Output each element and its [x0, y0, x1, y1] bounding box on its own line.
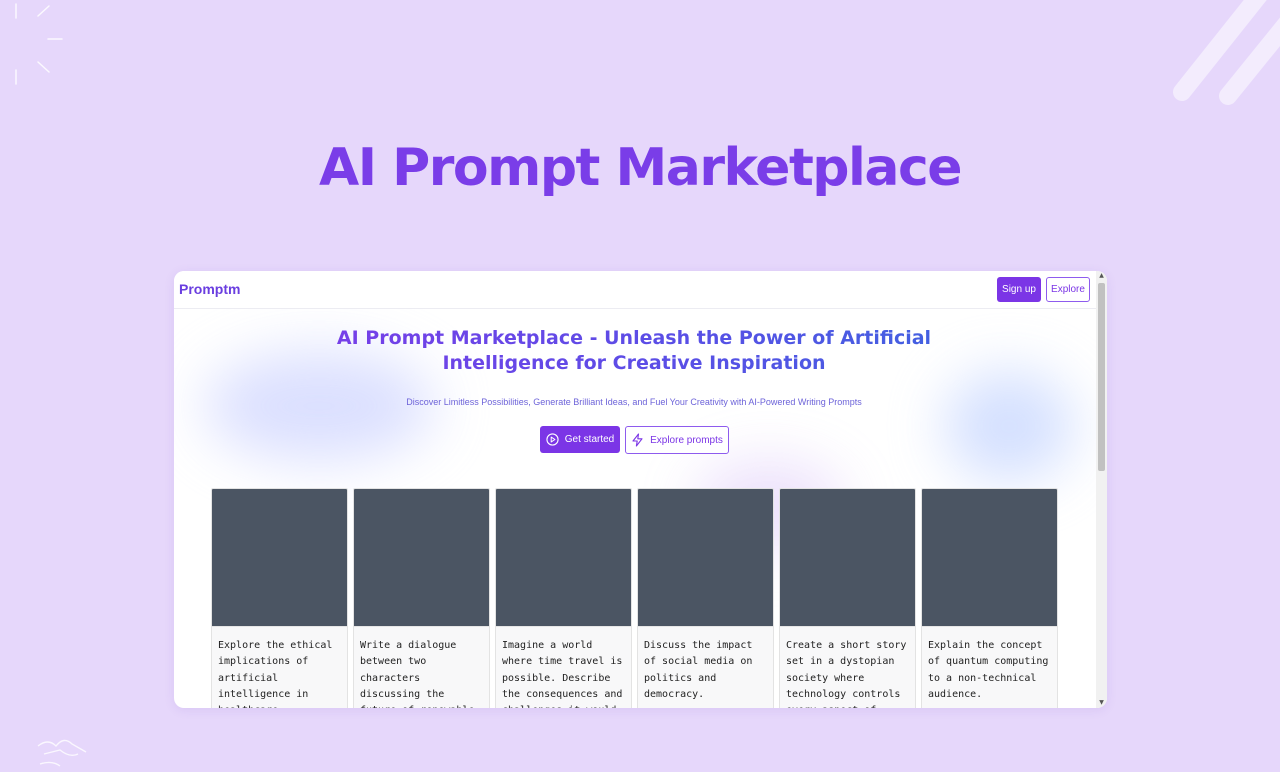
- prompt-card[interactable]: Explain the concept of quantum computing…: [921, 488, 1058, 708]
- scroll-down-arrow-icon[interactable]: ▼: [1096, 698, 1107, 708]
- hero-section: AI Prompt Marketplace - Unleash the Powe…: [174, 309, 1096, 708]
- prompt-card-text: Explain the concept of quantum computing…: [922, 626, 1057, 708]
- prompt-card-image: [496, 489, 631, 626]
- scribble-star-decoration: [37, 739, 87, 767]
- brand-logo[interactable]: Promptm: [179, 281, 240, 297]
- sparkle-lines-decoration: [15, 3, 63, 85]
- vertical-scrollbar[interactable]: ▲ ▼: [1096, 271, 1107, 708]
- prompt-card-image: [354, 489, 489, 626]
- prompt-card-image: [780, 489, 915, 626]
- sign-up-button[interactable]: Sign up: [997, 277, 1041, 302]
- prompt-card-text: Imagine a world where time travel is pos…: [496, 626, 631, 708]
- explore-button[interactable]: Explore: [1046, 277, 1090, 302]
- lightning-bolt-icon: [632, 433, 643, 447]
- hero-subheading: Discover Limitless Possibilities, Genera…: [406, 397, 862, 407]
- get-started-button[interactable]: Get started: [540, 426, 620, 453]
- prompt-card-image: [212, 489, 347, 626]
- site-navbar: Promptm Sign up Explore: [174, 271, 1096, 309]
- page-title: AI Prompt Marketplace: [318, 138, 963, 198]
- explore-prompts-button[interactable]: Explore prompts: [625, 426, 729, 454]
- prompt-card[interactable]: Write a dialogue between two characters …: [353, 488, 490, 708]
- prompt-card[interactable]: Create a short story set in a dystopian …: [779, 488, 916, 708]
- get-started-label: Get started: [564, 434, 615, 445]
- prompt-card[interactable]: Discuss the impact of social media on po…: [637, 488, 774, 708]
- prompt-card-image: [638, 489, 773, 626]
- prompt-card-text: Write a dialogue between two characters …: [354, 626, 489, 708]
- prompt-card-image: [922, 489, 1057, 626]
- prompt-card[interactable]: Imagine a world where time travel is pos…: [495, 488, 632, 708]
- diagonal-stripes-decoration: [1173, 0, 1280, 105]
- website-preview-window: Promptm Sign up Explore AI Prompt Market…: [174, 271, 1107, 708]
- hero-heading: AI Prompt Marketplace - Unleash the Powe…: [284, 326, 984, 376]
- prompt-card-grid: Explore the ethical implications of arti…: [211, 488, 1059, 708]
- scroll-up-arrow-icon[interactable]: ▲: [1096, 271, 1107, 281]
- scrollbar-thumb[interactable]: [1098, 283, 1105, 471]
- play-circle-icon: [546, 433, 559, 446]
- explore-prompts-label: Explore prompts: [650, 434, 723, 446]
- prompt-card-text: Create a short story set in a dystopian …: [780, 626, 915, 708]
- prompt-card-text: Explore the ethical implications of arti…: [212, 626, 347, 708]
- prompt-card-text: Discuss the impact of social media on po…: [638, 626, 773, 708]
- prompt-card[interactable]: Explore the ethical implications of arti…: [211, 488, 348, 708]
